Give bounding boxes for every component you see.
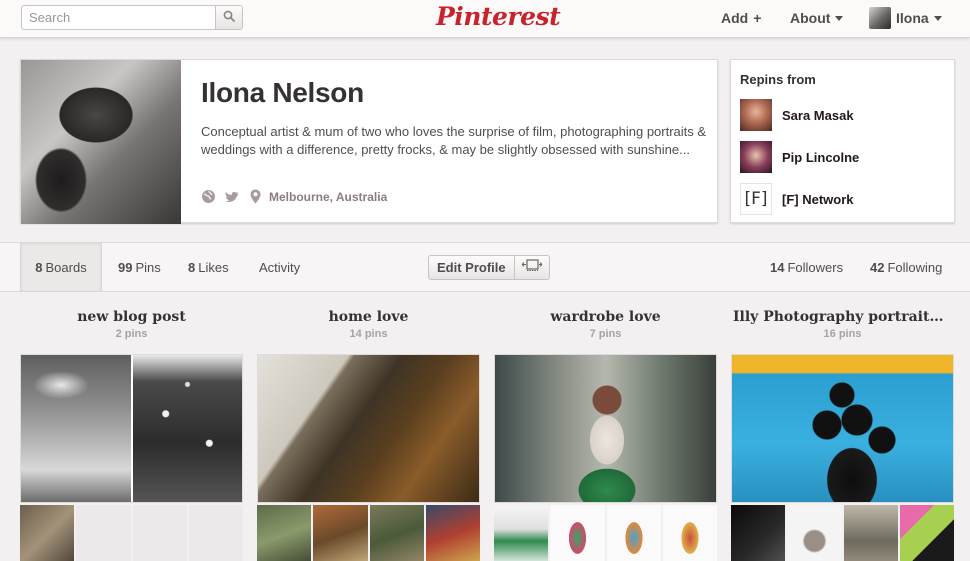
rearrange-boards-button[interactable] <box>514 255 550 280</box>
repin-source-name: Sara Masak <box>782 107 854 123</box>
board-pin-count: 16 pins <box>823 328 862 340</box>
board-thumbnails <box>20 505 243 561</box>
board-pin-count: 14 pins <box>349 328 388 340</box>
board-thumbnail[interactable] <box>20 505 75 561</box>
board-title[interactable]: new blog post <box>20 309 243 325</box>
tab-count: 99 <box>118 259 133 275</box>
avatar: [F] <box>740 183 772 215</box>
board-title[interactable]: Illy Photography portraitu... <box>731 309 954 325</box>
tab-label: Followers <box>787 259 844 275</box>
board-thumbnail[interactable] <box>425 505 480 561</box>
tab-likes[interactable]: 8 Likes <box>188 243 229 291</box>
edit-profile-group: Edit Profile <box>428 255 550 280</box>
tab-label: Likes <box>198 259 229 275</box>
search-button[interactable] <box>215 6 242 29</box>
board-cover-image[interactable] <box>257 354 480 503</box>
board-card[interactable]: new blog post 2 pins <box>20 309 243 561</box>
tab-activity[interactable]: Activity <box>259 243 300 291</box>
globe-icon[interactable] <box>201 189 216 204</box>
tab-label: Boards <box>45 259 87 275</box>
tab-following[interactable]: 42 Following <box>870 243 942 291</box>
about-label: About <box>790 10 831 26</box>
rearrange-icon <box>521 258 543 277</box>
board-thumbnail[interactable] <box>662 505 717 561</box>
tab-count: 8 <box>35 259 43 275</box>
tab-count: 14 <box>770 259 785 275</box>
repin-source-item[interactable]: Sara Masak <box>740 99 854 131</box>
repins-title: Repins from <box>740 72 816 87</box>
board-card[interactable]: Illy Photography portraitu... 16 pins <box>731 309 954 561</box>
board-cover-image[interactable] <box>20 354 243 503</box>
tab-label: Activity <box>259 259 301 275</box>
tab-followers[interactable]: 14 Followers <box>770 243 843 291</box>
avatar <box>869 7 891 29</box>
board-thumbnails <box>494 505 717 561</box>
repins-from-card: Repins from Sara Masak Pip Lincolne [F] … <box>730 59 955 223</box>
add-label: Add <box>721 10 749 26</box>
tab-boards[interactable]: 8 Boards <box>20 243 102 291</box>
search-input[interactable] <box>22 6 215 29</box>
search-icon <box>223 9 235 27</box>
board-thumbnail[interactable] <box>787 505 842 561</box>
tab-count: 8 <box>188 259 196 275</box>
board-thumbnail[interactable] <box>606 505 661 561</box>
board-thumbnail[interactable] <box>550 505 605 561</box>
profile-location: Melbourne, Australia <box>269 189 388 204</box>
location-pin-icon <box>250 189 261 204</box>
board-cover-image[interactable] <box>731 354 954 503</box>
board-thumbnails <box>257 505 480 561</box>
repin-source-item[interactable]: [F] [F] Network <box>740 183 854 215</box>
search-box <box>21 5 243 30</box>
plus-icon: + <box>753 10 762 26</box>
repin-source-name: Pip Lincolne <box>782 149 860 165</box>
top-header: Pinterest Add + About Ilona <box>0 0 970 38</box>
board-thumbnail[interactable] <box>257 505 312 561</box>
board-card[interactable]: home love 14 pins <box>257 309 480 561</box>
chevron-down-icon <box>835 15 844 21</box>
add-menu[interactable]: Add + <box>721 10 761 26</box>
profile-card: Ilona Nelson Conceptual artist & mum of … <box>20 59 718 224</box>
twitter-icon[interactable] <box>224 190 242 204</box>
profile-meta: Melbourne, Australia <box>201 189 387 204</box>
profile-tabs-bar: 8 Boards 99 Pins 8 Likes Activity Edit P… <box>0 242 970 292</box>
tab-count: 42 <box>870 259 885 275</box>
board-title[interactable]: wardrobe love <box>494 309 717 325</box>
avatar <box>740 99 772 131</box>
board-thumbnail[interactable] <box>843 505 898 561</box>
board-thumbnails <box>731 505 954 561</box>
board-card[interactable]: wardrobe love 7 pins <box>494 309 717 561</box>
board-thumbnail[interactable] <box>899 505 954 561</box>
user-menu[interactable]: Ilona <box>869 7 942 29</box>
avatar <box>740 141 772 173</box>
tab-pins[interactable]: 99 Pins <box>118 243 161 291</box>
board-pin-count: 7 pins <box>589 328 622 340</box>
repin-source-name: [F] Network <box>782 191 854 207</box>
tab-label: Pins <box>135 259 161 275</box>
pinterest-logo[interactable]: Pinterest <box>436 1 561 33</box>
board-thumbnail[interactable] <box>494 505 549 561</box>
profile-photo <box>21 60 181 224</box>
board-cover-image <box>21 355 131 502</box>
board-thumbnail-empty <box>132 505 187 561</box>
repin-source-item[interactable]: Pip Lincolne <box>740 141 859 173</box>
board-thumbnail[interactable] <box>731 505 786 561</box>
tab-label: Following <box>887 259 943 275</box>
board-thumbnail-empty <box>76 505 131 561</box>
chevron-down-icon <box>933 15 942 21</box>
board-thumbnail[interactable] <box>369 505 424 561</box>
about-menu[interactable]: About <box>790 10 844 26</box>
board-cover-image <box>132 355 242 502</box>
user-name-label: Ilona <box>896 10 929 26</box>
profile-name: Ilona Nelson <box>201 77 364 108</box>
profile-bio: Conceptual artist & mum of two who loves… <box>201 124 707 157</box>
board-thumbnail-empty <box>188 505 243 561</box>
board-pin-count: 2 pins <box>115 328 148 340</box>
board-cover-image[interactable] <box>494 354 717 503</box>
edit-profile-button[interactable]: Edit Profile <box>428 255 515 280</box>
board-thumbnail[interactable] <box>313 505 368 561</box>
board-title[interactable]: home love <box>257 309 480 325</box>
